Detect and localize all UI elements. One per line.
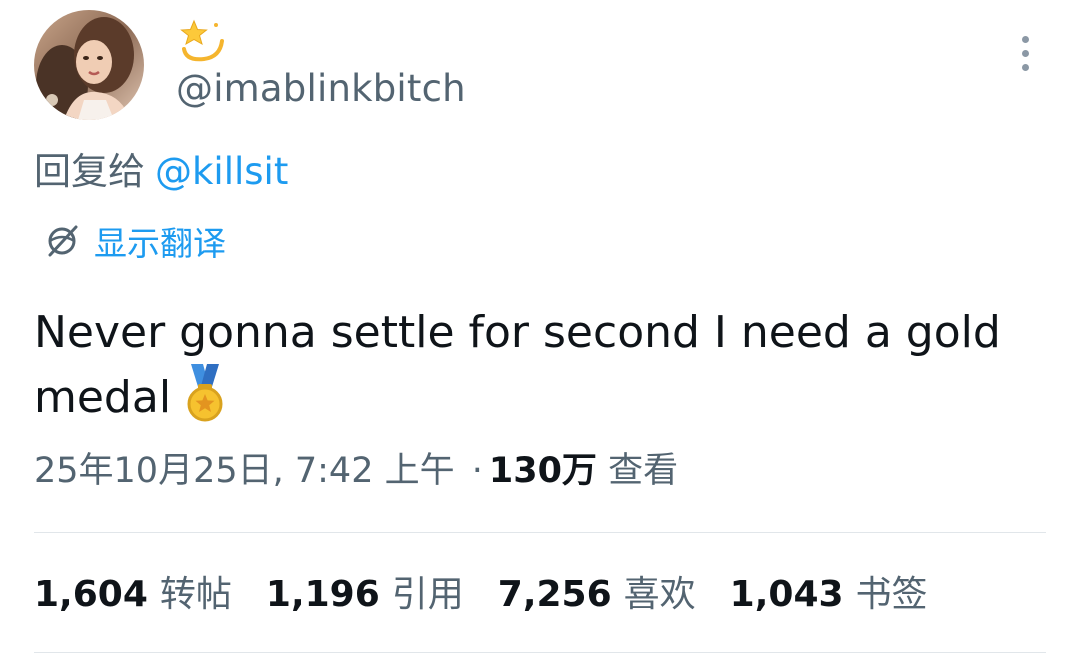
likes-count: 7,256: [497, 574, 612, 615]
reply-prefix: 回复给: [34, 150, 145, 193]
more-dot-icon: [1021, 49, 1029, 57]
bookmarks-label: 书签: [855, 574, 928, 615]
author-handle[interactable]: @imablinkbitch: [176, 66, 466, 112]
dizzy-star-icon: [180, 19, 224, 62]
quotes-count: 1,196: [265, 574, 380, 615]
engagement-stats: 1,604 转帖 1,196 引用 7,256 喜欢 1,043 书签: [34, 570, 928, 620]
avatar[interactable]: [34, 10, 144, 120]
views-count: 130万: [488, 451, 597, 491]
retweets-stat[interactable]: 1,604 转帖: [34, 570, 232, 620]
likes-stat[interactable]: 7,256 喜欢: [498, 570, 696, 620]
retweets-label: 转帖: [159, 574, 232, 615]
bookmarks-stat[interactable]: 1,043 书签: [730, 570, 928, 620]
divider: [34, 532, 1046, 533]
avatar-image: [34, 10, 144, 120]
divider: [34, 652, 1046, 653]
quotes-label: 引用: [391, 574, 464, 615]
reply-mention-link[interactable]: @killsit: [155, 150, 288, 193]
tweet-meta: 25年10月25日, 7:42 上午 · 130万 查看: [34, 448, 678, 494]
tweet-body: Never gonna settle for second I need a g…: [34, 307, 1001, 423]
more-dot-icon: [1021, 63, 1029, 71]
medal-icon: [185, 364, 225, 439]
more-options-button[interactable]: [1006, 30, 1044, 76]
bookmarks-count: 1,043: [729, 574, 844, 615]
globe-slash-icon: [48, 225, 78, 257]
views-label: 查看: [608, 451, 679, 491]
quotes-stat[interactable]: 1,196 引用: [266, 570, 464, 620]
meta-separator: ·: [471, 451, 483, 491]
tweet-text: Never gonna settle for second I need a g…: [34, 302, 1044, 439]
tweet-timestamp[interactable]: 25年10月25日, 7:42 上午: [34, 451, 455, 491]
show-translation-label: 显示翻译: [94, 224, 226, 263]
retweets-count: 1,604: [34, 574, 148, 615]
show-translation-button[interactable]: 显示翻译: [44, 218, 226, 264]
likes-label: 喜欢: [623, 574, 696, 615]
reply-context: 回复给 @killsit: [34, 148, 288, 196]
more-dot-icon: [1021, 35, 1029, 43]
display-name[interactable]: [176, 14, 226, 66]
